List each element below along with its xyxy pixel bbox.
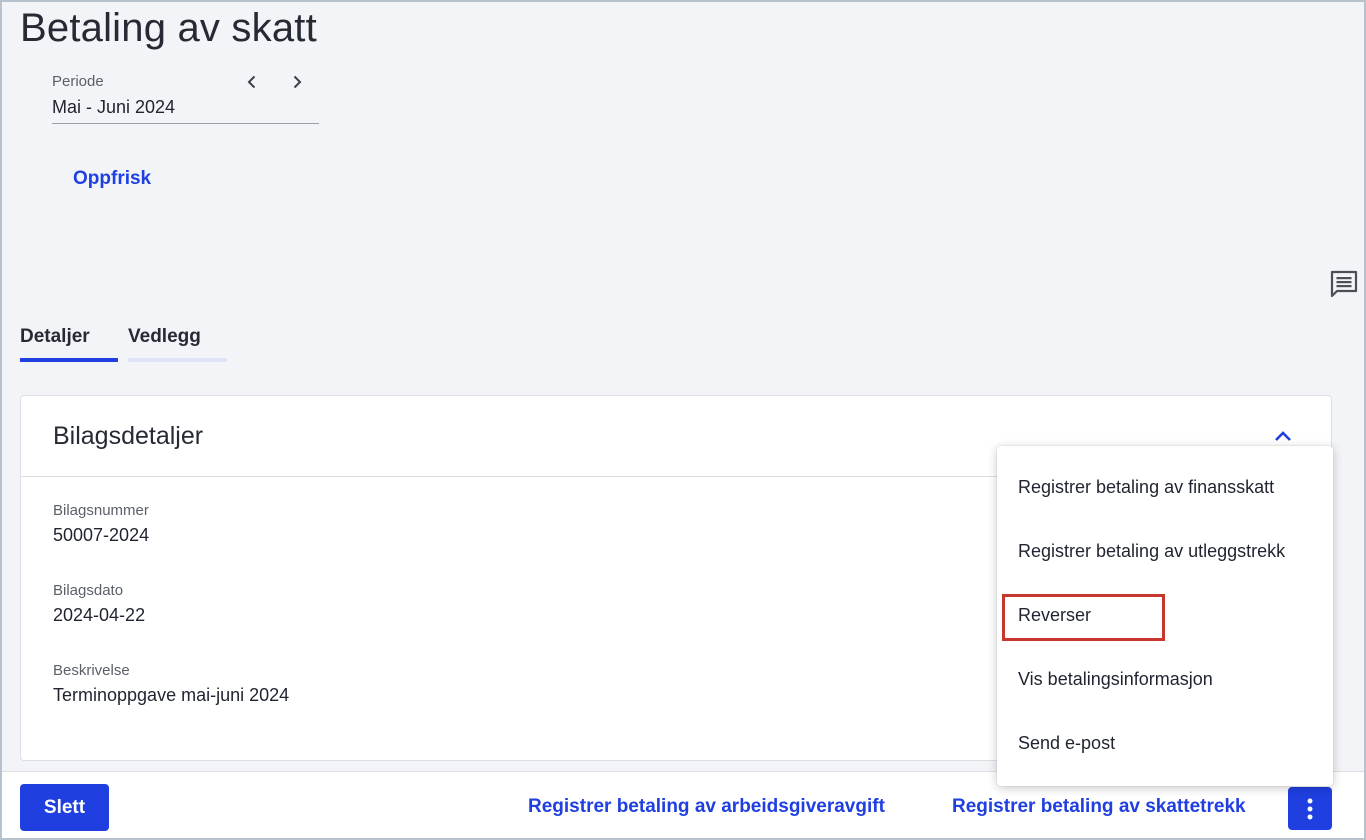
menu-item-register-financial-tax[interactable]: Registrer betaling av finansskatt bbox=[997, 462, 1333, 512]
menu-item-send-email[interactable]: Send e-post bbox=[997, 718, 1333, 768]
menu-item-label: Reverser bbox=[1018, 605, 1092, 625]
comment-icon[interactable] bbox=[1329, 270, 1359, 298]
more-actions-button[interactable] bbox=[1288, 787, 1332, 830]
chevron-up-icon[interactable] bbox=[1271, 424, 1295, 448]
description-label: Beskrivelse bbox=[53, 662, 130, 679]
tab-details-label: Detaljer bbox=[20, 326, 90, 347]
tab-attachments-label: Vedlegg bbox=[128, 326, 201, 347]
menu-item-label: Vis betalingsinformasjon bbox=[1018, 669, 1213, 689]
refresh-button[interactable]: Oppfrisk bbox=[73, 168, 151, 190]
menu-item-register-garnishment[interactable]: Registrer betaling av utleggstrekk bbox=[997, 526, 1333, 576]
period-selector[interactable]: Periode Mai - Juni 2024 bbox=[52, 64, 319, 124]
voucher-number-value: 50007-2024 bbox=[53, 525, 150, 545]
period-label: Periode bbox=[52, 73, 104, 90]
tab-attachments[interactable]: Vedlegg bbox=[128, 318, 227, 362]
period-value[interactable]: Mai - Juni 2024 bbox=[52, 97, 175, 118]
more-vertical-icon bbox=[1307, 798, 1313, 819]
tab-bar: Detaljer Vedlegg bbox=[20, 318, 230, 364]
menu-item-label: Send e-post bbox=[1018, 733, 1116, 753]
page-title: Betaling av skatt bbox=[20, 6, 317, 50]
description-value: Terminoppgave mai-juni 2024 bbox=[53, 685, 290, 705]
register-tax-deduction-button[interactable]: Registrer betaling av skattetrekk bbox=[952, 796, 1246, 818]
voucher-date-value: 2024-04-22 bbox=[53, 605, 146, 625]
menu-item-label: Registrer betaling av utleggstrekk bbox=[1018, 541, 1286, 561]
menu-item-show-payment-info[interactable]: Vis betalingsinformasjon bbox=[997, 654, 1333, 704]
menu-item-label: Registrer betaling av finansskatt bbox=[1018, 477, 1275, 497]
more-actions-menu: Registrer betaling av finansskatt Regist… bbox=[997, 446, 1333, 786]
register-employer-fee-button[interactable]: Registrer betaling av arbeidsgiveravgift bbox=[528, 796, 885, 818]
voucher-number-label: Bilagsnummer bbox=[53, 502, 149, 519]
chevron-left-icon[interactable] bbox=[240, 70, 264, 94]
menu-item-reverse[interactable]: Reverser bbox=[997, 590, 1333, 640]
chevron-right-icon[interactable] bbox=[285, 70, 309, 94]
card-title: Bilagsdetaljer bbox=[53, 422, 204, 450]
delete-button[interactable]: Slett bbox=[20, 784, 109, 831]
tab-details[interactable]: Detaljer bbox=[20, 318, 118, 362]
voucher-date-label: Bilagsdato bbox=[53, 582, 124, 599]
